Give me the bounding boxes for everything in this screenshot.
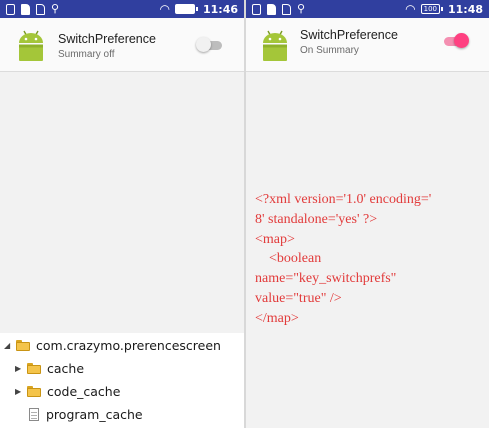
battery-icon <box>174 4 198 14</box>
status-time: 11:46 <box>202 2 238 16</box>
folder-icon <box>27 385 42 397</box>
toggle-switch-off[interactable] <box>196 37 226 53</box>
preference-summary: On Summary <box>300 45 359 56</box>
tree-item-program-cache[interactable]: program_cache <box>27 404 143 424</box>
tree-root-label: com.crazymo.prerencescreen <box>36 337 221 353</box>
status-bar: ⚲ ◠ 11:46 <box>0 0 244 18</box>
switch-thumb <box>454 33 469 48</box>
switch-preference-row[interactable]: SwitchPreference On Summary <box>246 18 489 72</box>
expanded-arrow-icon[interactable]: ◢ <box>4 341 16 350</box>
file-icon <box>29 407 39 421</box>
preference-summary: Summary off <box>58 49 115 60</box>
tree-item-code-cache[interactable]: ▶ code_cache <box>15 381 120 401</box>
sim-card-icon <box>282 3 291 15</box>
sim-card-icon <box>36 3 45 15</box>
xml-line: value="true" /> <box>255 290 342 306</box>
xml-line: <boolean <box>255 251 322 267</box>
shared-prefs-xml-content: <?xml version='1.0' encoding=' 8' standal… <box>255 190 489 329</box>
status-bar: ⚲ ◠ 100 11:48 <box>246 0 489 18</box>
collapsed-arrow-icon[interactable]: ▶ <box>15 387 27 396</box>
preference-title: SwitchPreference <box>58 32 156 46</box>
file-explorer-tree: ◢ com.crazymo.prerencescreen ▶ cache ▶ c… <box>0 333 244 428</box>
sd-card-icon <box>21 3 30 15</box>
xml-line: </map> <box>255 310 299 326</box>
tree-item-label: cache <box>47 360 85 376</box>
open-folder-icon <box>16 339 31 351</box>
status-time: 11:48 <box>447 2 483 16</box>
notification-icon <box>252 3 261 15</box>
folder-icon <box>27 362 42 374</box>
left-phone-screen: ⚲ ◠ 11:46 SwitchPreference Summary off ◢… <box>0 0 244 428</box>
tree-item-cache[interactable]: ▶ cache <box>15 358 84 378</box>
notification-icon <box>6 3 15 15</box>
usb-icon: ⚲ <box>297 2 306 15</box>
sd-card-icon <box>267 3 276 15</box>
tree-item-label: program_cache <box>46 406 143 422</box>
collapsed-arrow-icon[interactable]: ▶ <box>15 364 27 373</box>
wifi-icon: ◠ <box>159 2 170 16</box>
wifi-icon: ◠ <box>405 2 416 16</box>
preference-title: SwitchPreference <box>300 28 398 42</box>
android-app-icon <box>263 30 287 61</box>
switch-preference-row[interactable]: SwitchPreference Summary off <box>0 18 244 72</box>
usb-icon: ⚲ <box>51 2 60 15</box>
xml-line: <map> <box>255 231 295 247</box>
toggle-switch-on[interactable] <box>442 33 472 49</box>
tree-root-row[interactable]: ◢ com.crazymo.prerencescreen <box>4 335 221 355</box>
battery-icon: 100 <box>420 4 443 14</box>
xml-line: 8' standalone='yes' ?> <box>255 211 378 227</box>
xml-line: name="key_switchprefs" <box>255 271 397 287</box>
switch-thumb <box>196 37 211 52</box>
android-app-icon <box>19 30 43 61</box>
tree-item-label: code_cache <box>47 383 121 399</box>
xml-line: <?xml version='1.0' encoding=' <box>255 192 432 207</box>
